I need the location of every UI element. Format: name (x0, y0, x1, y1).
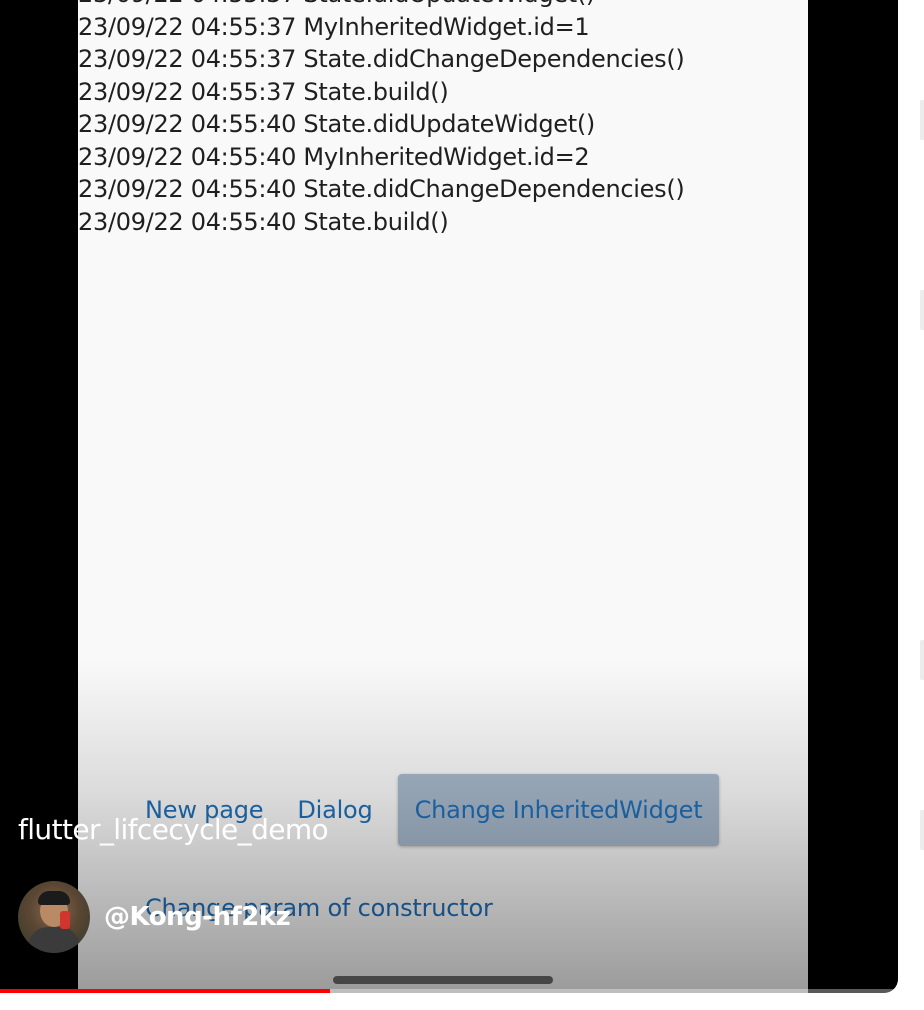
log-line: 23/09/22 04:55:40 State.didChangeDepende… (78, 175, 685, 203)
log-line: 23/09/22 04:55:37 State.didChangeDepende… (78, 45, 685, 73)
log-line: 23/09/22 04:55:40 State.didUpdateWidget(… (78, 110, 595, 138)
channel-info[interactable]: @Kong-hf2kz (18, 881, 291, 953)
change-inherited-widget-button[interactable]: Change InheritedWidget (397, 774, 720, 846)
progress-bar[interactable] (0, 989, 898, 993)
edge-marker (920, 640, 924, 680)
edge-marker (920, 100, 924, 140)
log-line: 23/09/22 04:55:40 MyInheritedWidget.id=2 (78, 142, 590, 171)
edge-marker (920, 810, 924, 850)
avatar-accent-shape (60, 911, 70, 929)
progress-fill (0, 989, 331, 993)
video-player[interactable]: 23/09/22 04:55:37 State.didUpdateWidget(… (0, 0, 898, 993)
avatar-hair-shape (38, 891, 70, 905)
channel-handle[interactable]: @Kong-hf2kz (104, 902, 291, 932)
log-line: 23/09/22 04:55:40 State.build() (78, 207, 449, 236)
log-line: 23/09/22 04:55:37 State.didUpdateWidget(… (78, 0, 684, 11)
avatar-body-shape (28, 927, 80, 953)
channel-avatar[interactable] (18, 881, 90, 953)
log-line: 23/09/22 04:55:37 MyInheritedWidget.id=1 (78, 12, 590, 41)
lifecycle-log: 23/09/22 04:55:37 State.didUpdateWidget(… (78, 0, 685, 238)
screen: 23/09/22 04:55:37 State.didUpdateWidget(… (0, 0, 924, 1010)
log-line: 23/09/22 04:55:37 State.build() (78, 77, 449, 106)
video-title[interactable]: flutter_lifcecycle_demo (18, 813, 329, 846)
edge-marker (920, 290, 924, 330)
home-indicator[interactable] (333, 976, 553, 984)
